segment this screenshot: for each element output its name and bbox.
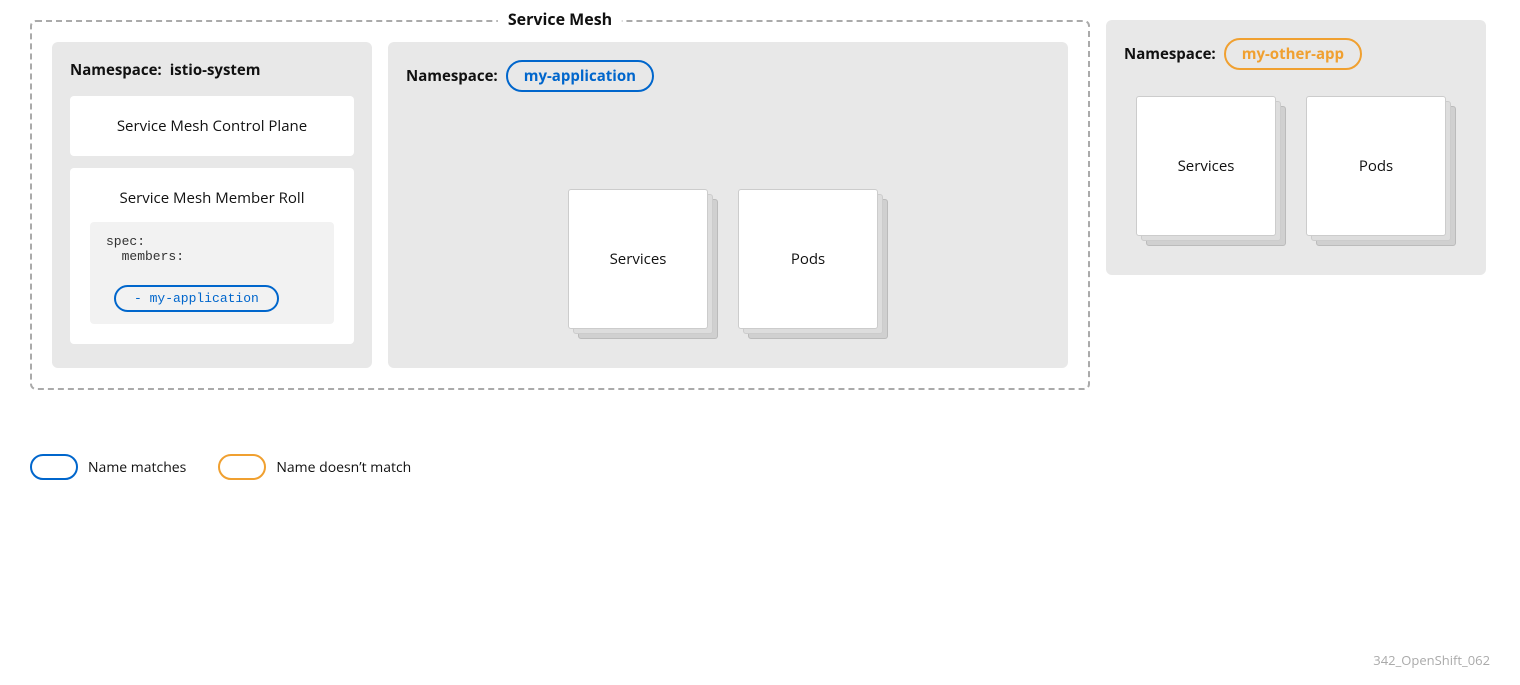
card-member-roll: Service Mesh Member Roll spec: members: … — [70, 168, 354, 344]
pods-stack-other-app: Pods — [1306, 96, 1456, 251]
namespace-label-istio: Namespace: — [70, 60, 162, 80]
code-badge-member: - my-application — [114, 285, 279, 312]
namespace-label-my-app: Namespace: — [406, 66, 498, 86]
service-mesh-container: Service Mesh Namespace: istio-system Ser… — [30, 20, 1090, 390]
legend: Name matches Name doesn’t match — [30, 454, 1490, 480]
pods-stack-my-app: Pods — [738, 189, 888, 344]
card-front-services: Services — [568, 189, 708, 329]
stacked-cards-row-other-app: Services Pods — [1124, 96, 1468, 251]
card-control-plane-title: Service Mesh Control Plane — [90, 112, 334, 140]
namespace-header-my-app: Namespace: my-application — [406, 60, 1050, 92]
code-block: spec: members: - my-application — [90, 222, 334, 324]
services-stack-other-app: Services — [1136, 96, 1286, 251]
stacked-cards-row-my-app: Services Pods — [406, 118, 1050, 344]
card-front-services-other: Services — [1136, 96, 1276, 236]
watermark: 342_OpenShift_062 — [1373, 651, 1490, 669]
namespace-name-istio: istio-system — [170, 60, 261, 80]
legend-item-no-match: Name doesn’t match — [218, 454, 411, 480]
namespace-header-other-app: Namespace: my-other-app — [1124, 38, 1468, 70]
namespace-label-other-app: Namespace: — [1124, 44, 1216, 64]
pods-label-my-app: Pods — [791, 249, 825, 269]
legend-oval-blue — [30, 454, 78, 480]
services-label-other-app: Services — [1178, 156, 1235, 176]
card-front-pods-other: Pods — [1306, 96, 1446, 236]
legend-label-matches: Name matches — [88, 458, 186, 477]
main-content: Service Mesh Namespace: istio-system Ser… — [30, 20, 1490, 480]
pods-label-other-app: Pods — [1359, 156, 1393, 176]
card-control-plane: Service Mesh Control Plane — [70, 96, 354, 156]
namespace-panel-other-app: Namespace: my-other-app Services Pods — [1106, 20, 1486, 275]
code-line-2: members: — [106, 249, 318, 264]
services-label-my-app: Services — [610, 249, 667, 269]
namespace-header-istio: Namespace: istio-system — [70, 60, 354, 80]
namespace-panel-my-app: Namespace: my-application Services — [388, 42, 1068, 368]
namespace-panel-istio: Namespace: istio-system Service Mesh Con… — [52, 42, 372, 368]
code-line-1: spec: — [106, 234, 318, 249]
top-row: Service Mesh Namespace: istio-system Ser… — [30, 20, 1490, 420]
legend-label-no-match: Name doesn’t match — [276, 458, 411, 477]
card-member-roll-title: Service Mesh Member Roll — [90, 184, 334, 212]
legend-item-matches: Name matches — [30, 454, 186, 480]
services-stack-my-app: Services — [568, 189, 718, 344]
card-front-pods: Pods — [738, 189, 878, 329]
namespace-badge-other-app: my-other-app — [1224, 38, 1362, 70]
service-mesh-title: Service Mesh — [498, 8, 622, 30]
namespace-badge-my-app: my-application — [506, 60, 654, 92]
legend-oval-orange — [218, 454, 266, 480]
